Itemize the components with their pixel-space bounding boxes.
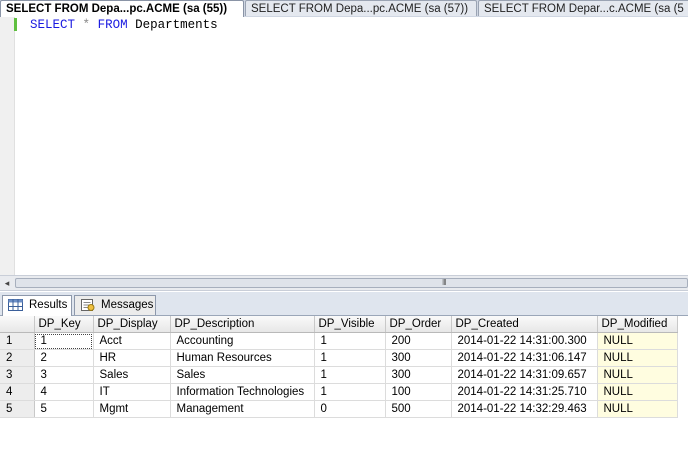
tab-query-57[interactable]: SELECT FROM Depa...pc.ACME (sa (57)) xyxy=(245,0,477,16)
table-cell[interactable]: 5 xyxy=(34,400,94,418)
table-cell[interactable]: Acct xyxy=(93,332,171,350)
row-number[interactable]: 2 xyxy=(0,349,35,367)
results-table: DP_Key DP_Display DP_Description DP_Visi… xyxy=(0,316,678,418)
column-header[interactable]: DP_Order xyxy=(385,316,452,333)
header-row: DP_Key DP_Display DP_Description DP_Visi… xyxy=(0,316,678,333)
table-cell[interactable]: 1 xyxy=(314,332,386,350)
table-cell[interactable]: 300 xyxy=(385,366,452,384)
table-cell[interactable]: 2014-01-22 14:31:00.300 xyxy=(451,332,598,350)
scroll-thumb[interactable]: III xyxy=(15,278,688,288)
row-number[interactable]: 4 xyxy=(0,383,35,401)
tab-messages-label: Messages xyxy=(101,299,154,311)
table-cell[interactable]: NULL xyxy=(597,400,678,418)
messages-icon xyxy=(81,299,95,311)
table-cell[interactable]: 2014-01-22 14:31:25.710 xyxy=(451,383,598,401)
table-row[interactable]: 1 1 Acct Accounting 1 200 2014-01-22 14:… xyxy=(0,332,678,350)
table-cell[interactable]: Management xyxy=(170,400,315,418)
table-cell[interactable]: Information Technologies xyxy=(170,383,315,401)
table-cell[interactable]: 1 xyxy=(314,349,386,367)
table-cell[interactable]: NULL xyxy=(597,366,678,384)
scroll-left-arrow-icon[interactable]: ◂ xyxy=(2,277,12,289)
query-editor[interactable]: SELECT * FROM Departments xyxy=(0,17,688,275)
column-header[interactable]: DP_Modified xyxy=(597,316,678,333)
table-cell[interactable]: 2014-01-22 14:32:29.463 xyxy=(451,400,598,418)
table-cell[interactable]: 2 xyxy=(34,349,94,367)
table-cell[interactable]: 4 xyxy=(34,383,94,401)
table-cell[interactable]: NULL xyxy=(597,332,678,350)
row-number[interactable]: 3 xyxy=(0,366,35,384)
table-cell[interactable]: 500 xyxy=(385,400,452,418)
table-row[interactable]: 2 2 HR Human Resources 1 300 2014-01-22 … xyxy=(0,349,678,367)
table-cell[interactable]: NULL xyxy=(597,383,678,401)
table-cell[interactable]: NULL xyxy=(597,349,678,367)
table-cell[interactable]: Human Resources xyxy=(170,349,315,367)
column-header[interactable]: DP_Created xyxy=(451,316,598,333)
table-cell[interactable]: Sales xyxy=(170,366,315,384)
column-header[interactable]: DP_Display xyxy=(93,316,171,333)
table-cell[interactable]: 200 xyxy=(385,332,452,350)
table-cell[interactable]: 300 xyxy=(385,349,452,367)
table-cell[interactable]: 3 xyxy=(34,366,94,384)
scroll-grip-icon: III xyxy=(442,278,447,287)
table-cell[interactable]: 0 xyxy=(314,400,386,418)
editor-gutter xyxy=(0,17,15,275)
row-header-corner[interactable] xyxy=(0,316,35,333)
table-row[interactable]: 5 5 Mgmt Management 0 500 2014-01-22 14:… xyxy=(0,400,678,418)
results-tab-bar: Results Messages xyxy=(0,292,688,316)
table-cell[interactable]: 100 xyxy=(385,383,452,401)
row-number[interactable]: 1 xyxy=(0,332,35,350)
horizontal-scrollbar[interactable]: ◂ III xyxy=(0,275,688,291)
document-tab-bar: SELECT FROM Depa...pc.ACME (sa (55)) SEL… xyxy=(0,0,688,18)
tab-results-label: Results xyxy=(29,299,68,311)
table-cell[interactable]: HR xyxy=(93,349,171,367)
tab-results[interactable]: Results xyxy=(2,295,72,316)
table-cell[interactable]: 2014-01-22 14:31:09.657 xyxy=(451,366,598,384)
table-cell[interactable]: Mgmt xyxy=(93,400,171,418)
tab-query-third[interactable]: SELECT FROM Depar...c.ACME (sa (5 xyxy=(478,0,688,16)
tab-messages[interactable]: Messages xyxy=(74,295,156,315)
grid-icon xyxy=(8,299,23,311)
table-cell[interactable]: 1 xyxy=(34,332,94,350)
star-operator: * xyxy=(82,18,91,32)
table-cell[interactable]: 2014-01-22 14:31:06.147 xyxy=(451,349,598,367)
column-header[interactable]: DP_Visible xyxy=(314,316,386,333)
change-marker xyxy=(14,18,17,31)
table-cell[interactable]: 1 xyxy=(314,366,386,384)
column-header[interactable]: DP_Key xyxy=(34,316,94,333)
table-cell[interactable]: 1 xyxy=(314,383,386,401)
table-row[interactable]: 4 4 IT Information Technologies 1 100 20… xyxy=(0,383,678,401)
code-line-1[interactable]: SELECT * FROM Departments xyxy=(30,18,218,32)
keyword-from: FROM xyxy=(97,18,128,32)
keyword-select: SELECT xyxy=(30,18,76,32)
table-cell[interactable]: IT xyxy=(93,383,171,401)
table-cell[interactable]: Accounting xyxy=(170,332,315,350)
table-name: Departments xyxy=(135,18,218,32)
results-grid[interactable]: DP_Key DP_Display DP_Description DP_Visi… xyxy=(0,316,688,456)
table-row[interactable]: 3 3 Sales Sales 1 300 2014-01-22 14:31:0… xyxy=(0,366,678,384)
column-header[interactable]: DP_Description xyxy=(170,316,315,333)
tab-query-55[interactable]: SELECT FROM Depa...pc.ACME (sa (55)) xyxy=(0,0,244,17)
row-number[interactable]: 5 xyxy=(0,400,35,418)
table-cell[interactable]: Sales xyxy=(93,366,171,384)
